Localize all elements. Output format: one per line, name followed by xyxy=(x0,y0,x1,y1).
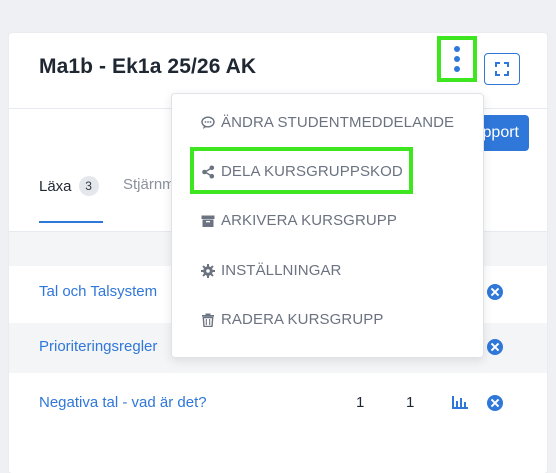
remove-icon[interactable] xyxy=(487,284,503,300)
menu-item-label: ARKIVERA KURSGRUPP xyxy=(221,212,398,229)
assignment-link[interactable]: Tal och Talsystem xyxy=(39,283,157,300)
assignment-link[interactable]: Negativa tal - vad är det? xyxy=(39,394,207,411)
fullscreen-button[interactable] xyxy=(484,53,520,85)
options-dropdown-menu: ÄNDRA STUDENTMEDDELANDE DELA KURSGRUPPSK… xyxy=(171,93,484,358)
menu-item-settings[interactable]: INSTÄLLNINGAR xyxy=(201,262,342,279)
kebab-dot xyxy=(454,56,460,62)
kebab-dot xyxy=(454,46,460,52)
active-tab-indicator xyxy=(39,221,103,223)
expand-icon xyxy=(495,62,509,76)
remove-icon[interactable] xyxy=(487,395,503,411)
kebab-dot xyxy=(454,66,460,72)
share-icon xyxy=(201,165,215,179)
assignment-link[interactable]: Prioriteringsregler xyxy=(39,338,157,355)
archive-icon xyxy=(201,214,215,228)
more-options-button[interactable] xyxy=(437,36,477,82)
count-badge: 3 xyxy=(78,176,99,196)
tab-star[interactable]: Stjärnm xyxy=(123,176,175,193)
report-button-label: pport xyxy=(482,124,519,141)
menu-item-label: INSTÄLLNINGAR xyxy=(221,262,342,279)
menu-item-edit-student-message[interactable]: ÄNDRA STUDENTMEDDELANDE xyxy=(201,114,454,131)
bar-chart-icon[interactable] xyxy=(452,396,468,409)
remove-icon[interactable] xyxy=(487,339,503,355)
tab-label: Läxa xyxy=(39,177,72,195)
count-value: 1 xyxy=(406,394,415,411)
menu-item-label: ÄNDRA STUDENTMEDDELANDE xyxy=(221,114,455,131)
table-row: Negativa tal - vad är det? 1 1 xyxy=(9,379,547,429)
menu-item-archive-group[interactable]: ARKIVERA KURSGRUPP xyxy=(201,212,397,229)
comment-icon xyxy=(201,115,215,130)
page-title: Ma1b - Ek1a 25/26 AK xyxy=(39,55,257,78)
gear-icon xyxy=(201,263,215,278)
menu-item-label: RADERA KURSGRUPP xyxy=(221,311,384,328)
tab-homework[interactable]: Läxa 3 xyxy=(39,176,99,196)
count-value: 1 xyxy=(356,394,365,411)
menu-item-label: DELA KURSGRUPPSKOD xyxy=(221,163,403,180)
menu-item-share-group-code[interactable]: DELA KURSGRUPPSKOD xyxy=(201,163,403,180)
trash-icon xyxy=(201,313,215,327)
menu-item-delete-group[interactable]: RADERA KURSGRUPP xyxy=(201,311,383,328)
